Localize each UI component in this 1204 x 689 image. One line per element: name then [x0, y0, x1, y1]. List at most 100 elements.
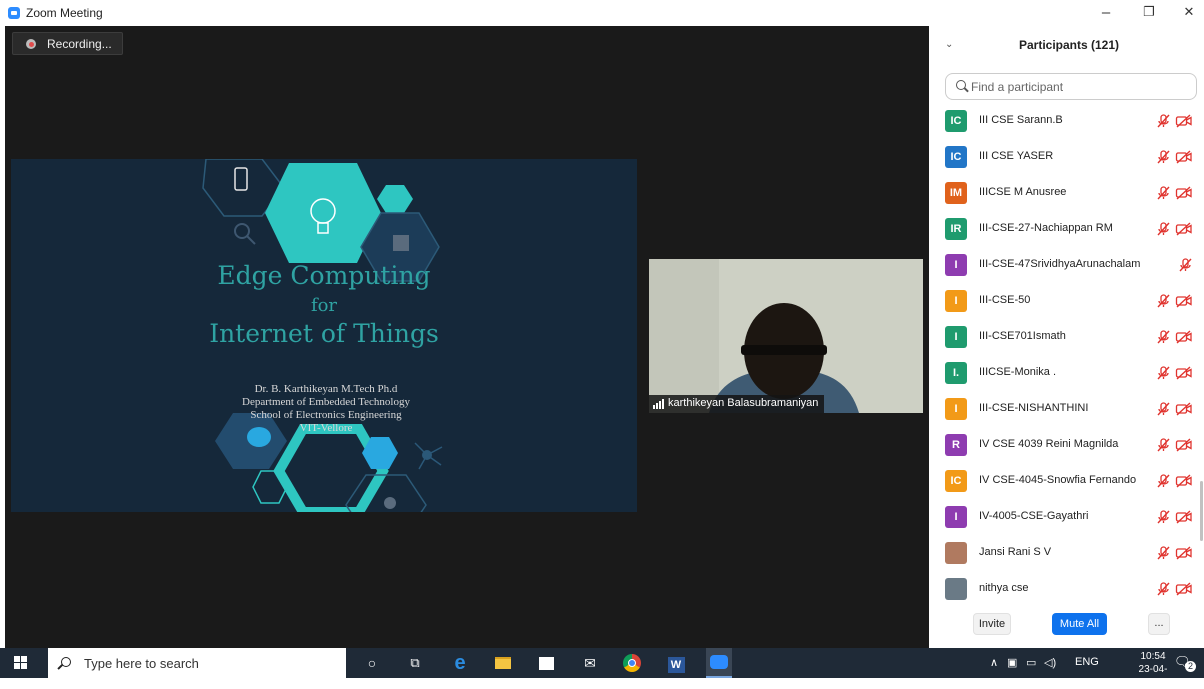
slide-school: School of Electronics Engineering — [250, 409, 402, 421]
muted-mic-icon[interactable] — [1155, 437, 1171, 453]
muted-mic-icon[interactable] — [1155, 473, 1171, 489]
muted-mic-icon[interactable] — [1155, 545, 1171, 561]
video-off-icon[interactable] — [1175, 149, 1193, 165]
mute-all-button[interactable]: Mute All — [1052, 613, 1107, 635]
zoom-app-icon — [8, 7, 20, 19]
participant-row[interactable]: Jansi Rani S V — [929, 536, 1204, 572]
tray-app-icon[interactable]: ▣ — [1007, 656, 1017, 669]
participant-row[interactable]: I III-CSE-50 — [929, 284, 1204, 320]
search-icon — [61, 657, 71, 667]
date: 23-04-2021 — [1138, 664, 1168, 688]
participant-row[interactable]: IR III-CSE-27-Nachiappan RM — [929, 212, 1204, 248]
participant-row[interactable]: I IV-4005-CSE-Gayathri — [929, 500, 1204, 536]
participant-row[interactable]: R IV CSE 4039 Reini Magnilda — [929, 428, 1204, 464]
participant-name: III-CSE-NISHANTHINI — [979, 402, 1089, 414]
more-options-button[interactable]: ... — [1148, 613, 1170, 635]
participant-row[interactable]: IC IV CSE-4045-Snowfia Fernando — [929, 464, 1204, 500]
word-icon[interactable]: W — [666, 653, 686, 673]
muted-mic-icon[interactable] — [1155, 365, 1171, 381]
participant-avatar: I — [945, 254, 967, 276]
muted-mic-icon[interactable] — [1155, 221, 1171, 237]
video-off-icon[interactable] — [1175, 221, 1193, 237]
video-off-icon[interactable] — [1175, 293, 1193, 309]
participant-list: IC III CSE Sarann.B IC III CSE YASER IM IIICS… — [929, 104, 1204, 608]
file-explorer-icon[interactable] — [493, 653, 513, 673]
participant-name: III-CSE-50 — [979, 294, 1031, 306]
video-off-icon[interactable] — [1175, 113, 1193, 129]
video-off-icon[interactable] — [1175, 437, 1193, 453]
video-off-icon[interactable] — [1175, 509, 1193, 525]
video-off-icon[interactable] — [1175, 329, 1193, 345]
video-off-icon[interactable] — [1175, 545, 1193, 561]
video-off-icon[interactable] — [1175, 473, 1193, 489]
mail-icon[interactable]: ✉ — [580, 653, 600, 673]
participants-title: Participants (121) — [1018, 38, 1120, 52]
video-off-icon[interactable] — [1175, 581, 1193, 597]
windows-start-icon[interactable] — [14, 656, 28, 670]
muted-mic-icon[interactable] — [1177, 257, 1193, 273]
participant-row[interactable]: I III-CSE701Ismath — [929, 320, 1204, 356]
clock[interactable]: 10:54 23-04-2021 — [1130, 650, 1176, 689]
participant-video[interactable]: karthikeyan Balasubramaniyan — [649, 259, 923, 413]
scrollbar[interactable] — [1200, 481, 1203, 541]
close-button[interactable]: ✕ — [1177, 4, 1201, 20]
muted-mic-icon[interactable] — [1155, 329, 1171, 345]
store-icon[interactable] — [536, 653, 556, 673]
magnifier-icon — [234, 223, 250, 239]
search-icon — [956, 80, 966, 90]
taskbar-search[interactable]: Type here to search — [48, 648, 346, 678]
participant-search[interactable] — [945, 73, 1197, 100]
participant-avatar: I — [945, 290, 967, 312]
participant-name: nithya cse — [979, 582, 1029, 594]
participant-name: Jansi Rani S V — [979, 546, 1052, 558]
task-view-icon[interactable]: ⧉ — [405, 653, 425, 673]
volume-icon[interactable]: ◁) — [1044, 656, 1056, 669]
muted-mic-icon[interactable] — [1155, 293, 1171, 309]
video-off-icon[interactable] — [1175, 365, 1193, 381]
muted-mic-icon[interactable] — [1155, 401, 1171, 417]
cortana-icon[interactable]: ○ — [362, 653, 382, 673]
video-person-image — [649, 259, 923, 413]
language-indicator[interactable]: ENG — [1075, 656, 1099, 668]
slide-title-line-1: Edge Computing — [217, 261, 431, 290]
video-off-icon[interactable] — [1175, 401, 1193, 417]
participant-row[interactable]: IM IIICSE M Anusree — [929, 176, 1204, 212]
participant-avatar: IR — [945, 218, 967, 240]
search-input[interactable] — [971, 78, 1186, 96]
participant-row[interactable]: IC III CSE Sarann.B — [929, 104, 1204, 140]
taskbar: Type here to search ○ ⧉ e ✉ W ∧ ▣ ▭ ◁) E… — [0, 648, 1204, 688]
slide-university: VIT-Vellore — [299, 422, 353, 434]
network-icon[interactable]: ▭ — [1026, 656, 1036, 669]
edge-icon[interactable]: e — [450, 653, 470, 673]
restore-button[interactable]: ❐ — [1137, 4, 1161, 20]
participant-avatar: I. — [945, 362, 967, 384]
muted-mic-icon[interactable] — [1155, 581, 1171, 597]
muted-mic-icon[interactable] — [1155, 113, 1171, 129]
participant-row[interactable]: I. IIICSE-Monika . — [929, 356, 1204, 392]
muted-mic-icon[interactable] — [1155, 149, 1171, 165]
video-name-bar: karthikeyan Balasubramaniyan — [649, 395, 825, 413]
record-icon — [26, 39, 36, 49]
participant-row[interactable]: I III-CSE-47SrividhyaArunachalam — [929, 248, 1204, 284]
participant-row[interactable]: nithya cse — [929, 572, 1204, 608]
muted-mic-icon[interactable] — [1155, 185, 1171, 201]
zoom-taskbar-icon[interactable] — [706, 648, 732, 678]
gear-icon — [384, 497, 396, 509]
slide-department: Department of Embedded Technology — [242, 396, 410, 408]
participant-name: III-CSE-27-Nachiappan RM — [979, 222, 1113, 234]
video-off-icon[interactable] — [1175, 185, 1193, 201]
participant-row[interactable]: I III-CSE-NISHANTHINI — [929, 392, 1204, 428]
tray-chevron-icon[interactable]: ∧ — [990, 656, 998, 669]
participant-name: IV CSE 4039 Reini Magnilda — [979, 438, 1119, 450]
participant-avatar: I — [945, 398, 967, 420]
shared-slide: Edge Computing for Internet of Things Dr… — [11, 159, 637, 512]
invite-button[interactable]: Invite — [973, 613, 1011, 635]
taskbar-search-text: Type here to search — [84, 656, 199, 671]
muted-mic-icon[interactable] — [1155, 509, 1171, 525]
chrome-icon[interactable] — [622, 653, 642, 673]
recording-indicator[interactable]: Recording... — [12, 32, 123, 55]
participant-row[interactable]: IC III CSE YASER — [929, 140, 1204, 176]
minimize-button[interactable]: – — [1094, 4, 1118, 21]
recording-label: Recording... — [47, 37, 112, 51]
participants-panel: ⌄ Participants (121) ICIII CSE Sarann.BI… — [929, 26, 1204, 648]
